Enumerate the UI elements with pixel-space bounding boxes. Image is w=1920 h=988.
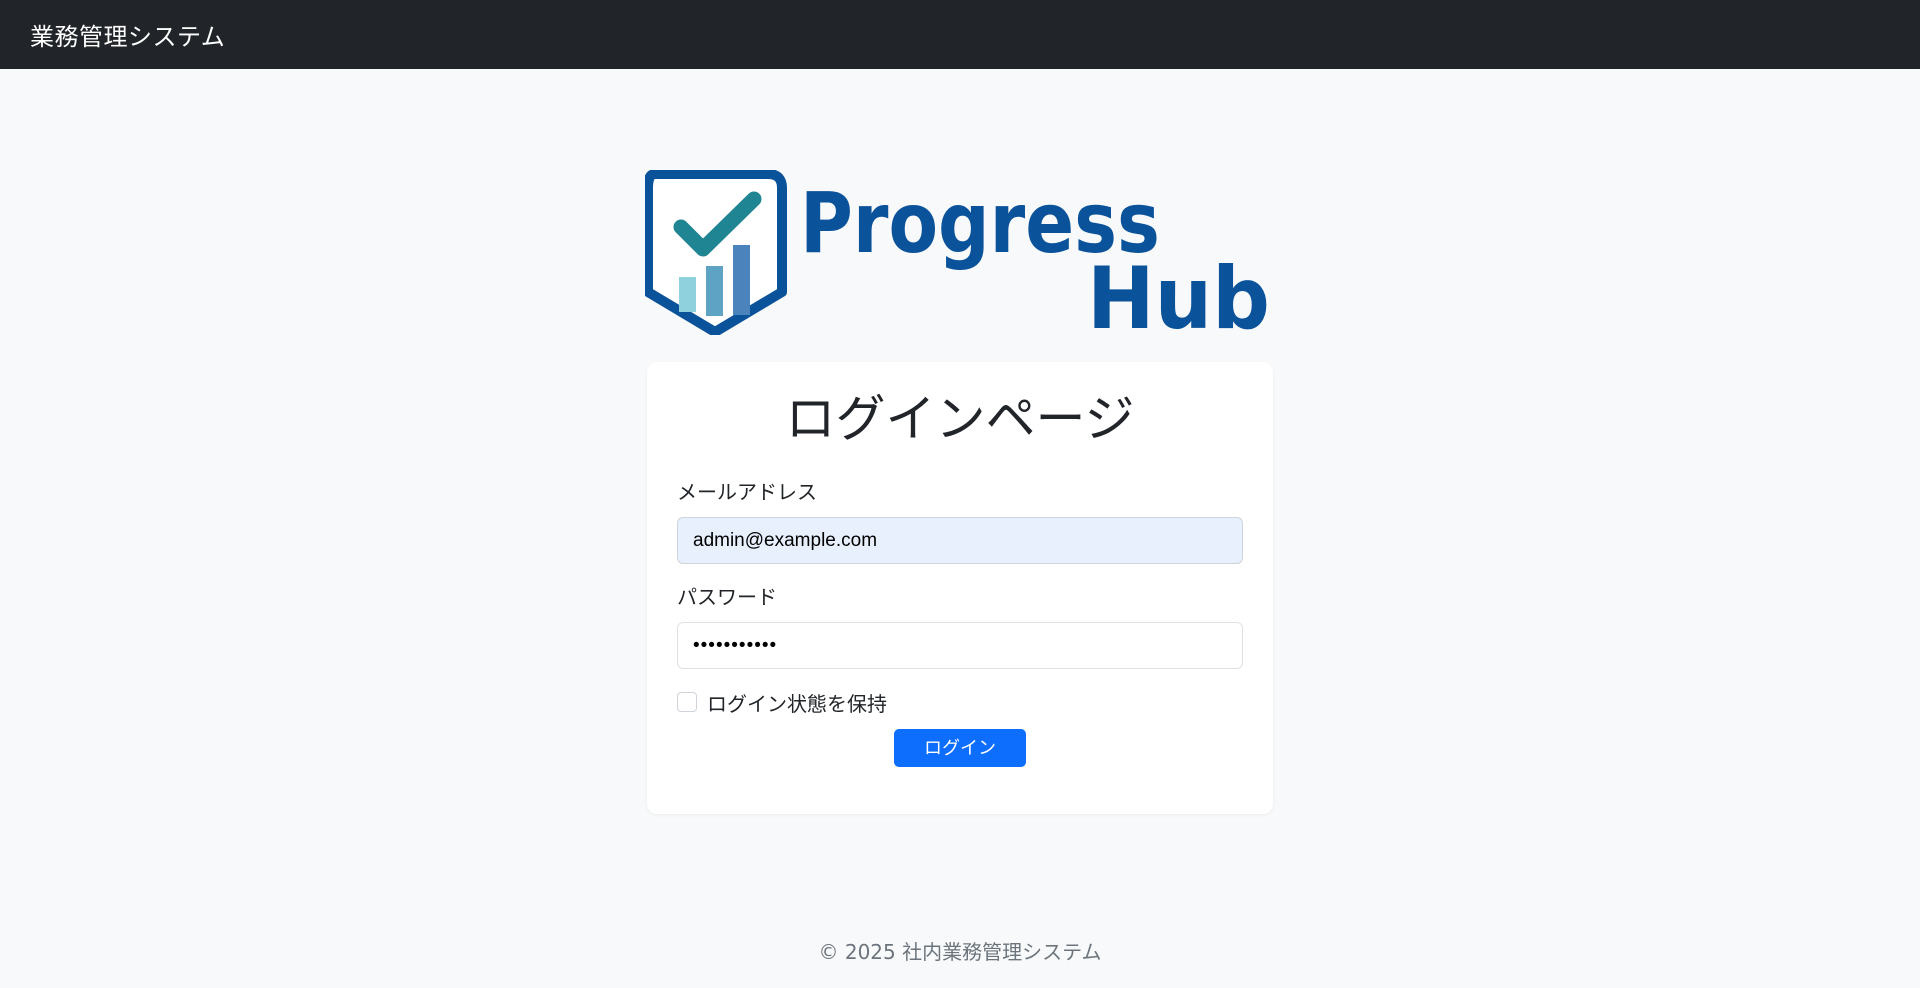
page-title: ログインページ [785,390,1135,448]
login-button[interactable]: ログイン [894,729,1026,767]
remember-me-row: ログイン状態を保持 [677,688,1243,717]
email-label: メールアドレス [677,480,817,504]
bar-chart-icon-bar-3 [733,245,750,315]
remember-me-label[interactable]: ログイン状態を保持 [707,688,887,717]
progress-hub-logo: Progress Hub [645,170,1275,335]
password-label: パスワード [677,585,777,609]
logo-word-hub: Hub [1087,249,1270,335]
top-navbar: 業務管理システム [0,0,1920,69]
bar-chart-icon-bar-2 [706,266,723,316]
navbar-brand[interactable]: 業務管理システム [30,17,225,52]
submit-row: ログイン [677,729,1243,767]
remember-me-checkbox[interactable] [677,692,697,712]
email-input[interactable] [677,517,1243,564]
footer-copyright: © 2025 社内業務管理システム [818,940,1102,964]
password-input[interactable] [677,622,1243,669]
bar-chart-icon-bar-1 [679,277,696,312]
logo-graphic: Progress Hub [645,170,1270,335]
login-card: ログインページ メールアドレス パスワード ログイン状態を保持 ログイン [647,362,1273,814]
